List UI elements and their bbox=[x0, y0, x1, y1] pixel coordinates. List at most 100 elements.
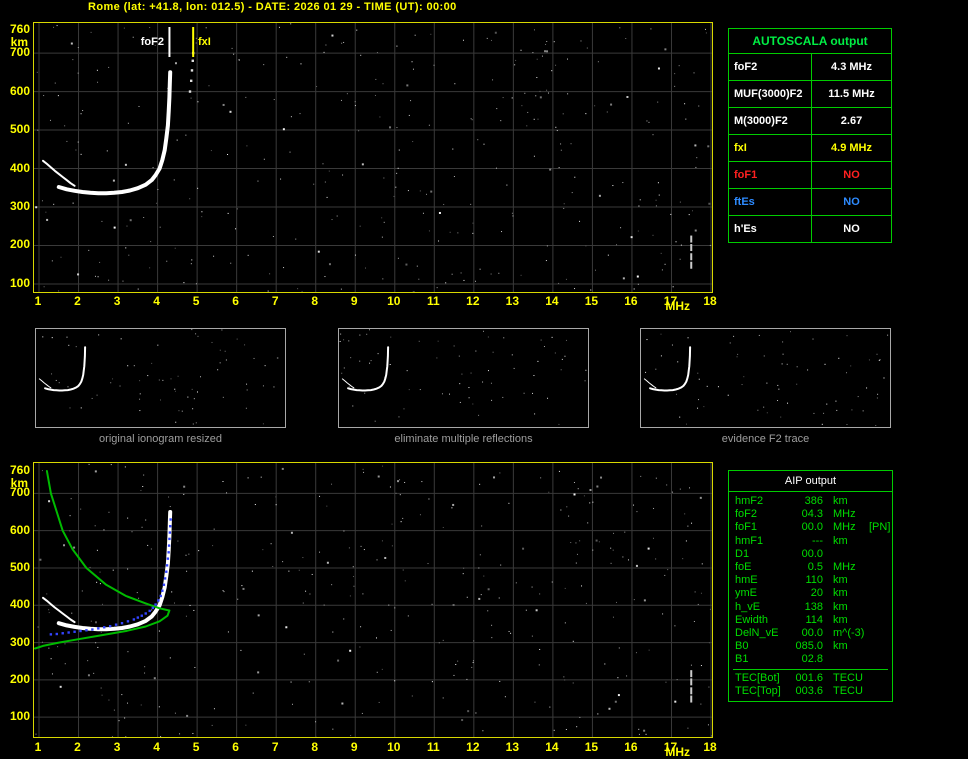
aip-param-note bbox=[869, 495, 892, 508]
restored-trace bbox=[166, 557, 170, 560]
aip-param-name: ymE bbox=[735, 587, 757, 600]
autoscala-param-label: foF2 bbox=[729, 54, 812, 80]
autoscala-param-label: fxI bbox=[729, 135, 812, 161]
restored-trace bbox=[136, 616, 140, 619]
aip-param-unit: MHz bbox=[833, 521, 856, 534]
autoscala-row: foF1 NO bbox=[729, 162, 891, 189]
aip-param-name: hmF2 bbox=[735, 495, 764, 507]
restored-trace bbox=[49, 633, 53, 636]
x-axis-tick-label: 8 bbox=[311, 294, 319, 308]
interference-column bbox=[690, 687, 693, 695]
restored-trace bbox=[157, 599, 160, 602]
x-axis-tick-label: 16 bbox=[624, 294, 638, 308]
aip-param-unit: km bbox=[833, 613, 848, 626]
aip-row: ymE 20 km bbox=[729, 587, 892, 600]
x-axis-tick-label: 10 bbox=[387, 294, 401, 308]
y-axis-tick-label: 400 bbox=[9, 160, 30, 175]
x-axis-tick-label: 9 bbox=[350, 740, 358, 754]
restored-trace bbox=[132, 618, 136, 621]
autoscala-row: h'Es NO bbox=[729, 216, 891, 242]
aip-param-value: 00.0 bbox=[801, 521, 823, 534]
x-axis-tick-label: 16 bbox=[624, 740, 638, 754]
autoscala-param-value: NO bbox=[843, 169, 860, 181]
aip-param-unit bbox=[825, 548, 869, 561]
restored-trace bbox=[79, 629, 82, 633]
restored-trace bbox=[161, 589, 164, 592]
leading-edge-branch bbox=[42, 596, 76, 624]
leading-edge-branch-mini bbox=[643, 378, 657, 389]
x-axis-tick-label: 1 bbox=[34, 294, 42, 308]
aip-separator bbox=[733, 668, 888, 670]
aip-output-table: AIP output hmF2 386 km foF2 04.3 MHz foF1 00.0 M… bbox=[728, 470, 893, 703]
x-axis-tick-label: 1 bbox=[34, 740, 42, 754]
x-axis-tick-label: 6 bbox=[232, 294, 239, 308]
aip-param-unit: km bbox=[833, 534, 848, 547]
autoscala-param-label: foF1 bbox=[729, 162, 812, 188]
y-axis-tick-label: 200 bbox=[9, 671, 30, 686]
aip-param-name: hmF1 bbox=[735, 534, 764, 547]
aip-table-rows: hmF2 386 km foF2 04.3 MHz foF1 00.0 MHz [PN] hmF1 -… bbox=[729, 495, 892, 698]
aip-param-name: B1 bbox=[735, 653, 749, 666]
aip-param-value: 00.0 bbox=[801, 627, 823, 640]
autoscala-param-value: 2.67 bbox=[840, 115, 863, 127]
y-axis-tick-label: 300 bbox=[9, 634, 30, 649]
aip-row: Ewidth 114 km bbox=[729, 614, 892, 627]
y-axis-tick-label: 600 bbox=[9, 522, 30, 537]
restored-trace bbox=[61, 632, 64, 635]
x-axis-tick-label: 9 bbox=[350, 294, 358, 308]
y-axis-tick-label: 100 bbox=[9, 275, 30, 290]
aip-param-note bbox=[869, 587, 892, 600]
aip-param-note bbox=[869, 672, 892, 685]
aip-param-unit: km bbox=[833, 574, 848, 587]
leading-edge-branch bbox=[42, 159, 76, 187]
restored-trace bbox=[97, 627, 100, 630]
aip-param-name: TEC[Bot] bbox=[735, 671, 780, 684]
aip-row: foF1 00.0 MHz [PN] bbox=[729, 521, 892, 534]
x-axis-tick-label: 7 bbox=[271, 294, 279, 308]
restored-trace bbox=[55, 632, 58, 636]
aip-param-value: 20 bbox=[810, 587, 823, 600]
restored-trace bbox=[85, 629, 88, 632]
aip-row: h_vE 138 km bbox=[729, 601, 892, 614]
aip-param-value: 386 bbox=[804, 495, 823, 507]
aip-row: foF2 04.3 MHz bbox=[729, 508, 892, 521]
aip-param-note bbox=[869, 508, 892, 521]
autoscala-param-label: M(3000)F2 bbox=[729, 108, 812, 134]
aip-param-value: 04.3 bbox=[801, 508, 823, 521]
interference-column bbox=[690, 253, 693, 261]
x-axis-tick-label: 12 bbox=[466, 740, 480, 754]
restored-trace bbox=[103, 626, 106, 629]
aip-param-value: 001.6 bbox=[795, 671, 823, 684]
thumbnail-eliminate-reflections bbox=[338, 328, 589, 428]
y-axis-tick-label: 500 bbox=[9, 559, 30, 574]
x-axis-tick-label: 6 bbox=[232, 740, 239, 754]
x-axis-tick-label: 12 bbox=[466, 294, 480, 308]
restored-trace bbox=[168, 537, 171, 541]
x-axis-tick-label: 15 bbox=[584, 740, 599, 754]
aip-param-note: [PN] bbox=[869, 521, 891, 534]
x-axis-tick-label: 4 bbox=[153, 740, 160, 754]
restored-trace bbox=[169, 525, 172, 528]
aip-param-note bbox=[869, 614, 892, 627]
restored-trace bbox=[91, 628, 94, 631]
x-axis-tick-label: 3 bbox=[113, 740, 121, 754]
F2-trace-mini bbox=[44, 346, 87, 392]
restored-trace bbox=[108, 624, 112, 628]
aip-param-unit: km bbox=[833, 600, 848, 613]
interference-column bbox=[690, 261, 693, 269]
aip-param-name: D1 bbox=[735, 547, 750, 560]
aip-row: B1 02.8 bbox=[729, 653, 892, 666]
aip-param-note bbox=[869, 640, 892, 653]
y-axis-unit-label: km bbox=[10, 35, 28, 49]
x-axis-tick-label: 8 bbox=[311, 740, 319, 754]
fxI-marker-label: fxI bbox=[198, 36, 211, 48]
aip-row: D1 00.0 bbox=[729, 548, 892, 561]
restored-trace bbox=[165, 564, 169, 567]
aip-param-unit: km bbox=[833, 495, 848, 507]
aip-param-unit: m^(-3) bbox=[833, 627, 865, 640]
autoscala-row: foF2 4.3 MHz bbox=[729, 54, 891, 81]
x-axis-tick-label: 3 bbox=[113, 294, 121, 308]
restored-trace bbox=[120, 621, 124, 625]
restored-trace bbox=[114, 623, 118, 626]
restored-trace bbox=[140, 614, 143, 617]
